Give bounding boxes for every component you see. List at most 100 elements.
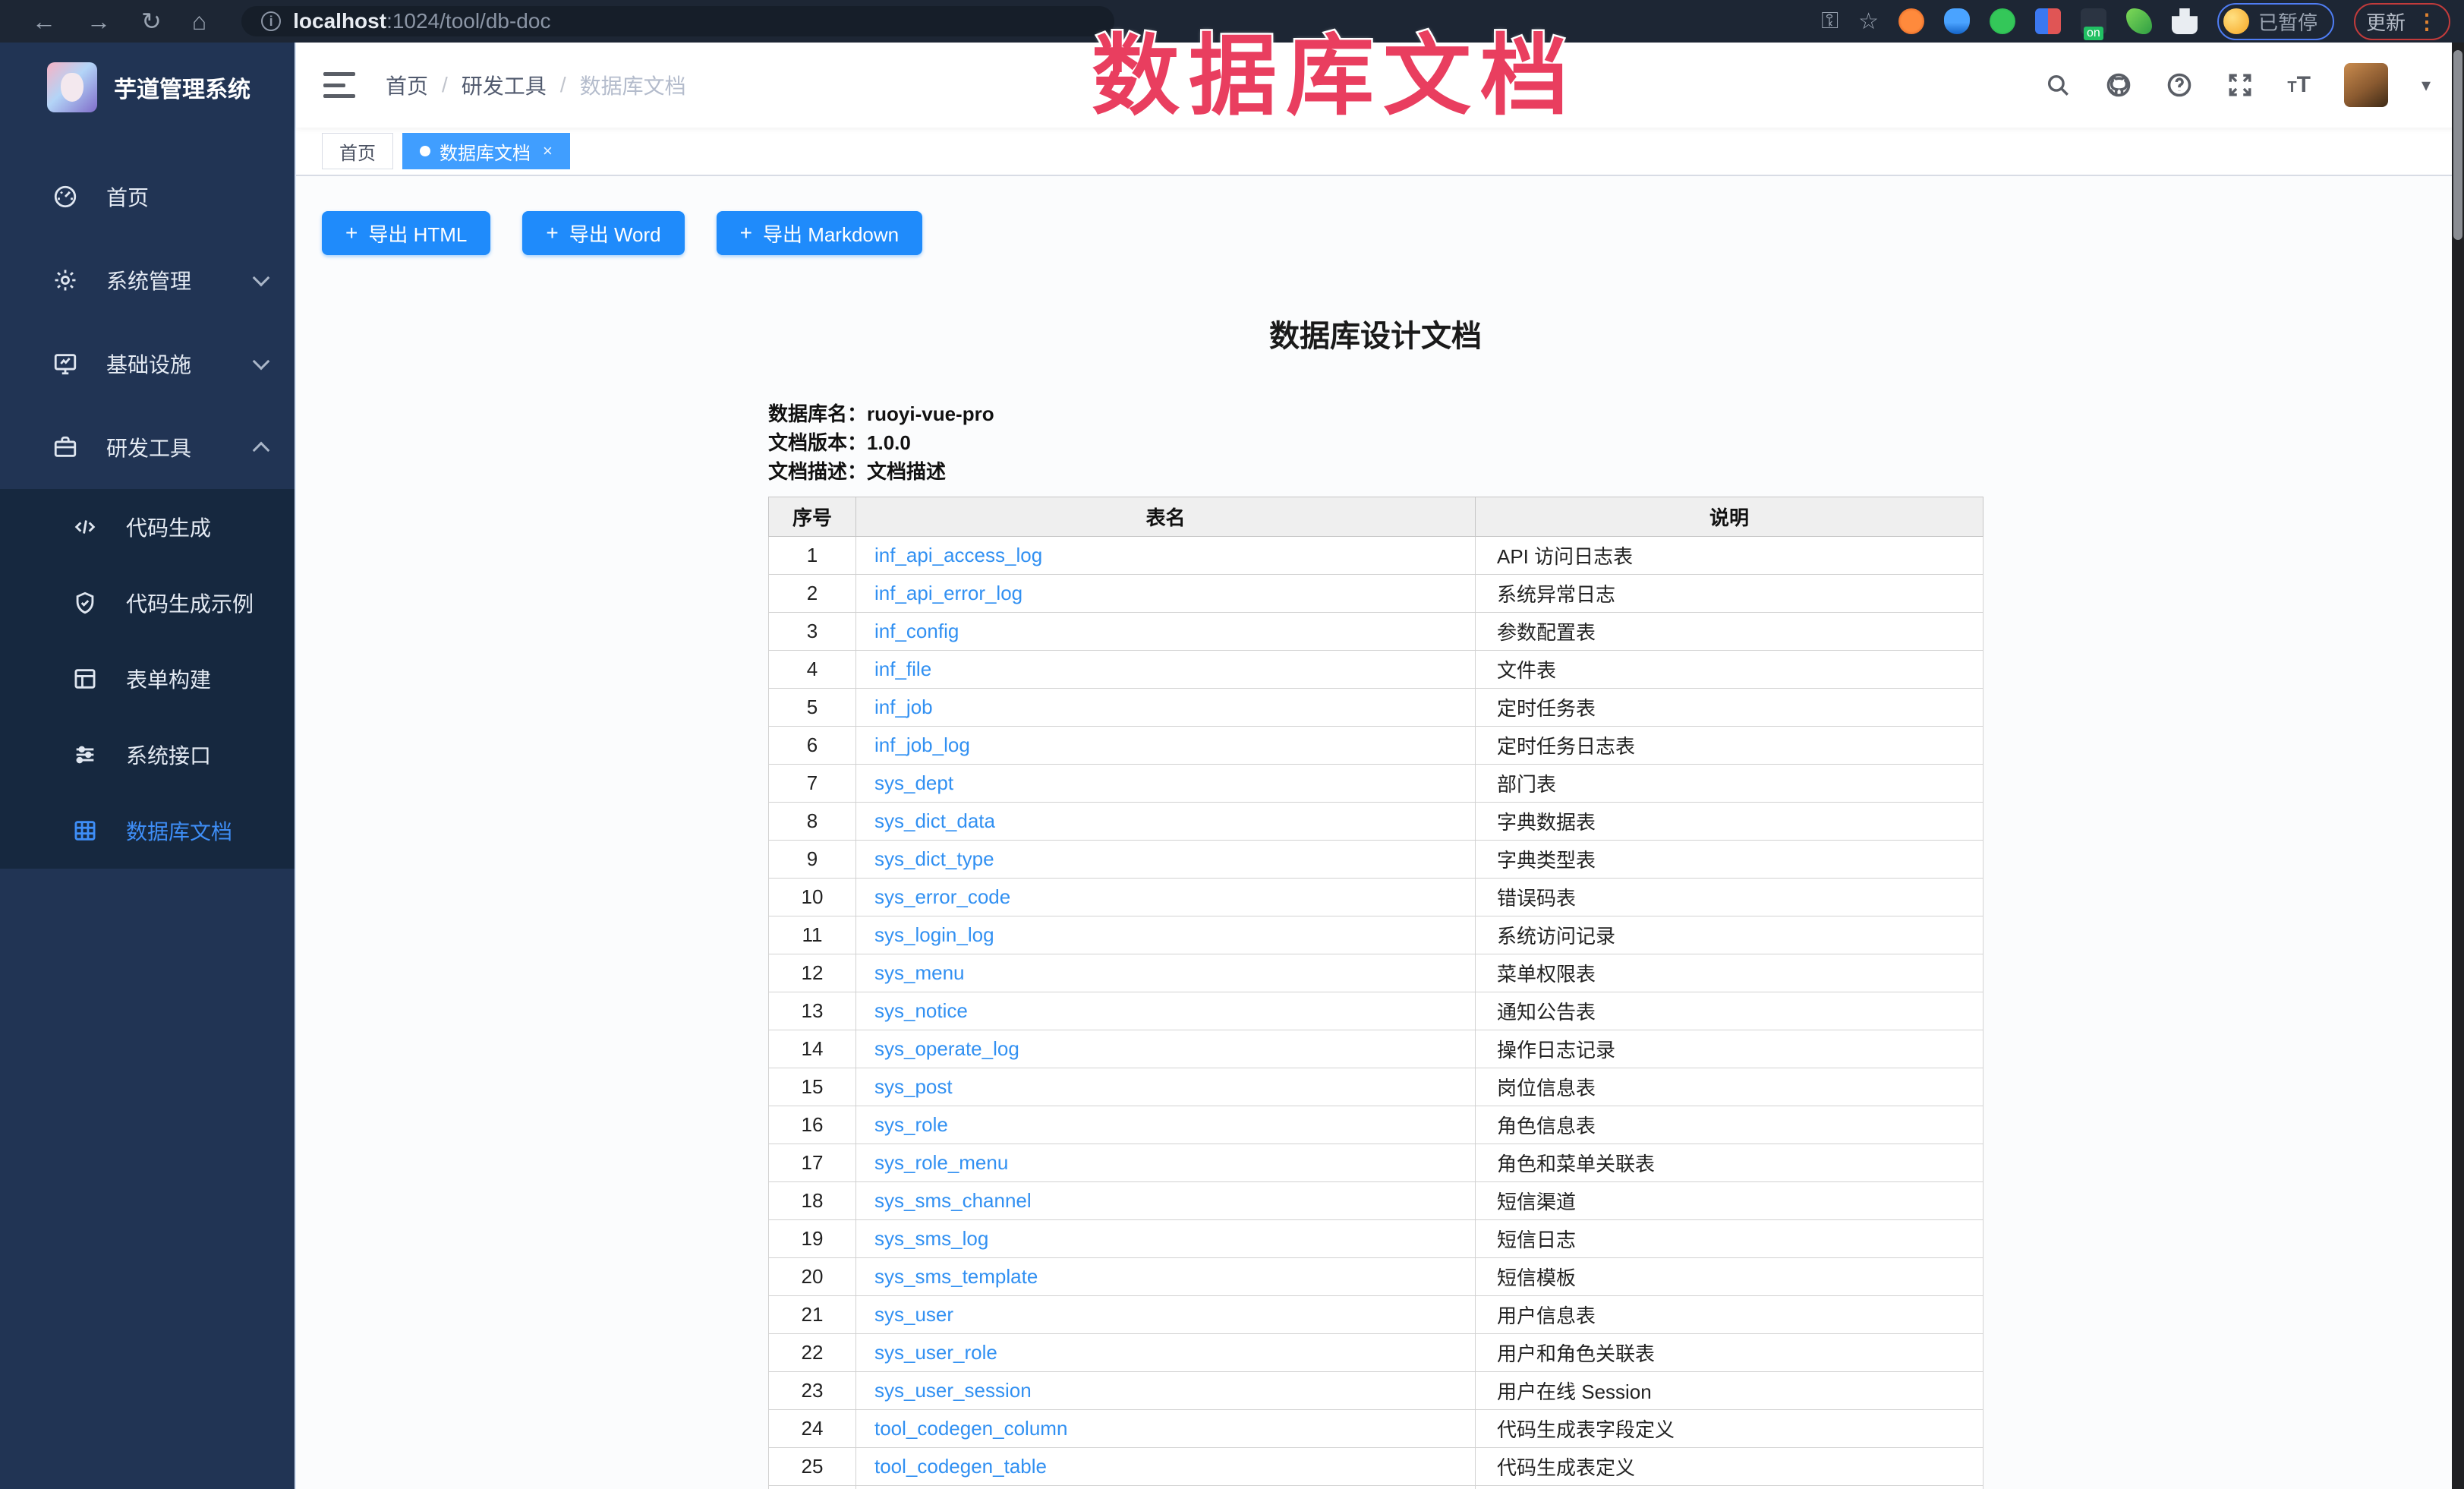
bookmark-star-icon[interactable]: ☆ [1858, 8, 1879, 35]
table-name-cell: sys_role [856, 1106, 1476, 1144]
fullscreen-icon[interactable] [2226, 71, 2254, 99]
browser-reload-icon[interactable]: ↻ [141, 9, 162, 33]
table-name-link[interactable]: sys_operate_log [874, 1037, 1019, 1060]
font-size-icon[interactable]: TT [2287, 72, 2311, 98]
extension-icon[interactable] [1898, 8, 1924, 34]
breadcrumb-item[interactable]: 首页 [386, 70, 428, 100]
code-icon [68, 514, 102, 540]
extension-icon[interactable] [1944, 8, 1970, 34]
table-name-link[interactable]: sys_dept [874, 771, 953, 794]
breadcrumb-item: 数据库文档 [580, 70, 686, 100]
table-row: 16sys_role角色信息表 [769, 1106, 1983, 1144]
row-description: 定时任务日志表 [1476, 727, 1983, 765]
browser-update-button[interactable]: 更新 ⋮ [2354, 3, 2450, 40]
sidebar-item-3[interactable]: 研发工具 [0, 405, 295, 489]
row-description: 系统访问记录 [1476, 916, 1983, 954]
table-name-cell: inf_file [856, 651, 1476, 689]
table-name-link[interactable]: sys_user_session [874, 1379, 1032, 1402]
table-name-link[interactable]: sys_user_role [874, 1341, 997, 1364]
tab-数据库文档[interactable]: 数据库文档× [402, 133, 570, 169]
password-key-icon[interactable]: ⚿ [1821, 8, 1839, 34]
table-name-link[interactable]: sys_post [874, 1075, 953, 1098]
page-scrollbar[interactable] [2452, 43, 2464, 1489]
export-button[interactable]: +导出 HTML [322, 211, 490, 255]
table-name-link[interactable]: sys_login_log [874, 923, 994, 946]
export-toolbar: +导出 HTML+导出 Word+导出 Markdown [322, 211, 2464, 255]
table-row: 6inf_job_log定时任务日志表 [769, 727, 1983, 765]
table-name-link[interactable]: sys_sms_log [874, 1227, 988, 1250]
scrollbar-thumb[interactable] [2453, 50, 2462, 240]
table-name-link[interactable]: sys_sms_template [874, 1265, 1038, 1288]
export-button[interactable]: +导出 Word [522, 211, 684, 255]
row-index: 5 [769, 689, 856, 727]
table-name-link[interactable]: tool_codegen_table [874, 1455, 1047, 1478]
table-name-link[interactable]: inf_job_log [874, 733, 970, 756]
sidebar-subitem[interactable]: 数据库文档 [0, 793, 295, 869]
table-name-cell: inf_api_access_log [856, 537, 1476, 575]
address-bar[interactable]: i localhost:1024/tool/db-doc [241, 6, 1114, 36]
table-name-link[interactable]: inf_config [874, 620, 959, 642]
sidebar-subitem[interactable]: 表单构建 [0, 641, 295, 717]
extension-icon[interactable] [1990, 8, 2015, 34]
table-name-cell: sys_role_menu [856, 1144, 1476, 1182]
table-name-link[interactable]: sys_error_code [874, 885, 1010, 908]
avatar-caret-down-icon[interactable]: ▾ [2421, 74, 2431, 96]
extension-icon[interactable] [2035, 8, 2061, 34]
table-name-link[interactable]: sys_dict_data [874, 809, 995, 832]
sidebar-item-2[interactable]: 基础设施 [0, 322, 295, 405]
sidebar-collapse-icon[interactable] [323, 72, 355, 98]
table-name-link[interactable]: inf_file [874, 658, 931, 680]
paused-extension-badge[interactable]: 已暂停 [2217, 3, 2334, 40]
sidebar-subitem[interactable]: 代码生成示例 [0, 565, 295, 641]
browser-back-icon[interactable]: ← [32, 9, 56, 33]
row-index: 24 [769, 1410, 856, 1448]
row-description: 代码生成表字段定义 [1476, 1410, 1983, 1448]
search-icon[interactable] [2044, 71, 2072, 99]
extensions-puzzle-icon[interactable] [2172, 8, 2198, 34]
table-name-link[interactable]: sys_sms_channel [874, 1189, 1032, 1212]
browser-home-icon[interactable]: ⌂ [192, 9, 206, 33]
info-value: ruoyi-vue-pro [867, 402, 994, 425]
table-name-link[interactable]: inf_job [874, 696, 933, 718]
tab-close-icon[interactable]: × [543, 141, 553, 161]
table-name-link[interactable]: sys_role_menu [874, 1151, 1008, 1174]
export-button[interactable]: +导出 Markdown [717, 211, 923, 255]
app-logo-row[interactable]: 芋道管理系统 [0, 43, 295, 128]
table-name-link[interactable]: sys_user [874, 1303, 953, 1326]
sidebar-subitem[interactable]: 代码生成 [0, 489, 295, 565]
sidebar-subitem-label: 数据库文档 [126, 815, 267, 846]
table-name-link[interactable]: inf_api_error_log [874, 582, 1022, 604]
sidebar-subitem[interactable]: 系统接口 [0, 717, 295, 793]
table-name-link[interactable]: sys_dict_type [874, 847, 994, 870]
sidebar-item-home[interactable]: 首页 [0, 155, 295, 238]
row-index: 1 [769, 537, 856, 575]
user-avatar[interactable] [2344, 63, 2388, 107]
table-name-link[interactable]: inf_api_access_log [874, 544, 1042, 566]
browser-forward-icon[interactable]: → [87, 9, 111, 33]
help-icon[interactable] [2166, 71, 2193, 99]
sidebar-subitem-label: 系统接口 [126, 740, 267, 770]
row-index: 26 [769, 1486, 856, 1489]
table-name-link[interactable]: tool_codegen_column [874, 1417, 1067, 1440]
table-name-link[interactable]: sys_menu [874, 961, 965, 984]
table-row: 23sys_user_session用户在线 Session [769, 1372, 1983, 1410]
table-row: 1 inf_api_access_log API 访问日志表 [769, 537, 1983, 575]
row-index: 20 [769, 1258, 856, 1296]
extension-on-icon[interactable] [2081, 8, 2106, 34]
site-info-icon[interactable]: i [261, 11, 281, 31]
table-name-link[interactable]: sys_role [874, 1113, 948, 1136]
browser-menu-icon[interactable]: ⋮ [2416, 9, 2438, 34]
plus-icon: + [546, 221, 558, 245]
extension-icon[interactable] [2126, 8, 2152, 34]
breadcrumb-item[interactable]: 研发工具 [462, 70, 547, 100]
row-description: 角色和菜单关联表 [1476, 1144, 1983, 1182]
table-name-link[interactable]: sys_notice [874, 999, 968, 1022]
export-button-label: 导出 Markdown [763, 219, 899, 248]
table-row: 14sys_operate_log操作日志记录 [769, 1030, 1983, 1068]
tab-首页[interactable]: 首页 [322, 133, 393, 169]
database-doc-icon [68, 818, 102, 844]
database-document: 数据库设计文档 数据库名：ruoyi-vue-pro文档版本：1.0.0文档描述… [768, 311, 1983, 1489]
sidebar-item-1[interactable]: 系统管理 [0, 238, 295, 322]
row-description: API 访问日志表 [1476, 537, 1983, 575]
github-icon[interactable] [2105, 71, 2132, 99]
